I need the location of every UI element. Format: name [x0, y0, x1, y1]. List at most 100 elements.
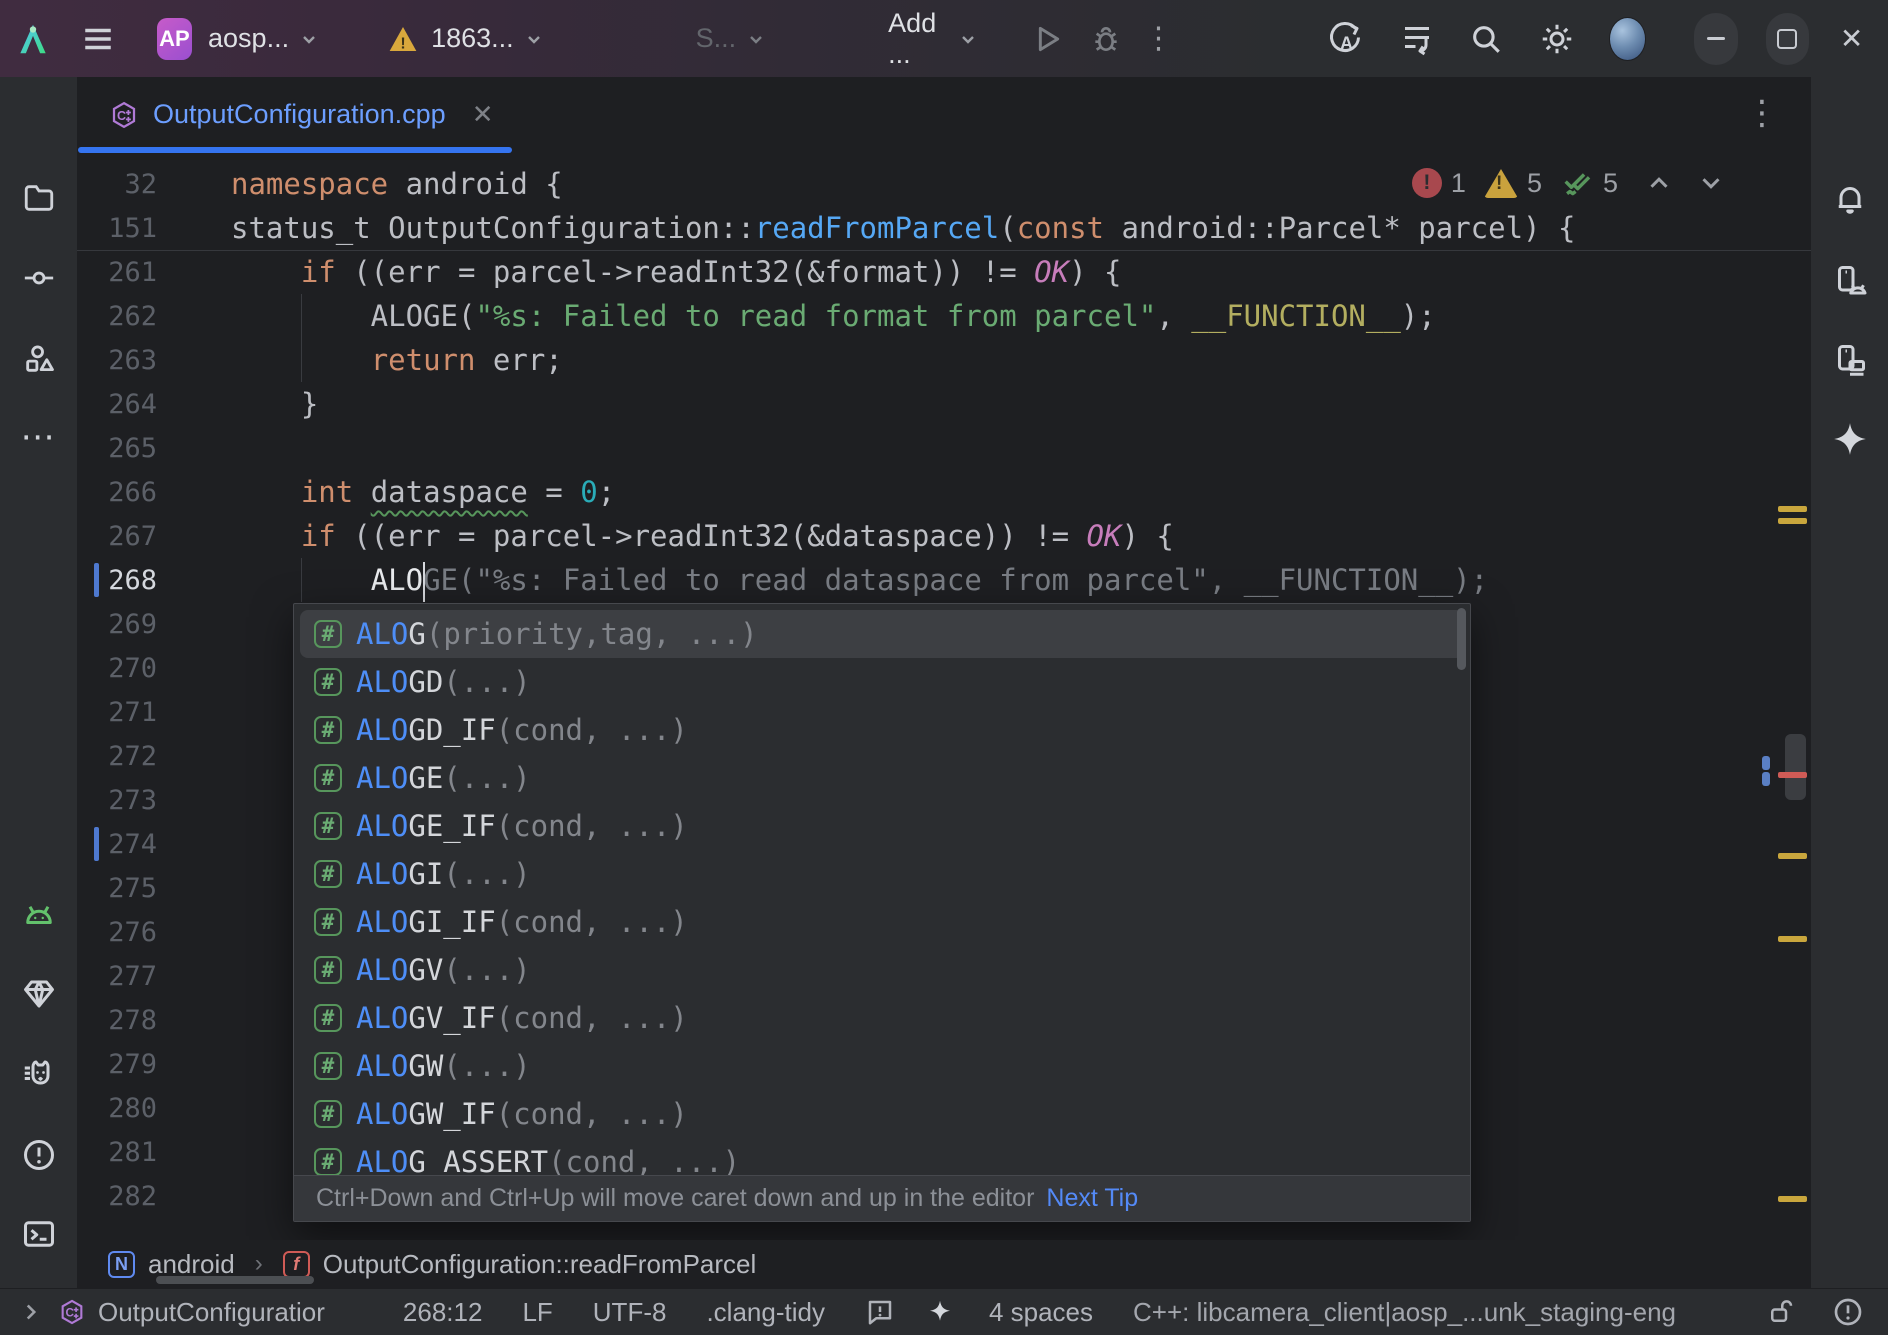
horizontal-scrollbar-thumb[interactable] [156, 1276, 314, 1284]
code-line[interactable]: 265 [77, 426, 1811, 470]
window-maximize-button[interactable] [1766, 13, 1810, 65]
error-count-icon: ! [1412, 168, 1442, 198]
error-stripe-mark[interactable] [1778, 772, 1807, 778]
left-tool-stripe: ⋯ [0, 77, 77, 1288]
profiler-tool-icon[interactable] [13, 1048, 65, 1100]
window-minimize-button[interactable] [1694, 13, 1738, 65]
error-indicator-icon[interactable] [1832, 1296, 1864, 1328]
gemini-tool-icon[interactable] [1824, 413, 1876, 465]
device-manager-tool-icon[interactable] [1824, 255, 1876, 307]
completion-item[interactable]: #ALOGV_IF(cond, ...) [300, 994, 1464, 1042]
search-icon[interactable] [1469, 22, 1503, 56]
sparkle-ai-icon[interactable] [925, 1297, 955, 1327]
status-file-name[interactable]: OutputConfiguratior [98, 1297, 325, 1328]
debug-button[interactable] [1087, 17, 1124, 61]
completion-item[interactable]: #ALOGI(...) [300, 850, 1464, 898]
status-analyzer[interactable]: .clang-tidy [706, 1297, 825, 1328]
more-tool-windows-icon[interactable]: ⋯ [13, 411, 65, 463]
completion-item[interactable]: #ALOGE(...) [300, 754, 1464, 802]
code-line[interactable]: 261 if ((err = parcel->readInt32(&format… [77, 250, 1811, 294]
code-text: namespace android { [231, 167, 563, 201]
completion-item[interactable]: #ALOGV(...) [300, 946, 1464, 994]
svg-text:!: ! [400, 35, 405, 52]
more-actions-icon[interactable]: ⋮ [1140, 17, 1177, 61]
prev-problem-icon[interactable] [1644, 168, 1674, 198]
branch-warning-count: 1863... [431, 23, 514, 54]
code-line[interactable]: 151status_t OutputConfiguration::readFro… [77, 206, 1811, 251]
logcat-tool-icon[interactable] [13, 889, 65, 941]
warning-stripe-mark[interactable] [1778, 853, 1807, 859]
warning-stripe-mark[interactable] [1778, 506, 1807, 512]
terminal-tool-icon[interactable] [13, 1208, 65, 1260]
code-line[interactable]: 262 ALOGE("%s: Failed to read format fro… [77, 294, 1811, 338]
window-close-button[interactable]: ✕ [1833, 17, 1870, 61]
code-line[interactable]: 264 } [77, 382, 1811, 426]
line-number: 280 [77, 1093, 157, 1124]
tab-outputconfiguration-cpp[interactable]: C OutputConfiguration.cpp ✕ [78, 77, 522, 152]
line-number: 264 [77, 389, 157, 420]
ai-translate-button[interactable]: A [1327, 21, 1363, 57]
warning-stripe-mark[interactable] [1778, 518, 1807, 524]
completion-item[interactable]: #ALOGD(...) [300, 658, 1464, 706]
completion-text: ALOGW(...) [356, 1049, 531, 1083]
chevron-down-icon [956, 27, 980, 51]
status-caret-position[interactable]: 268:12 [403, 1297, 483, 1328]
completion-item[interactable]: #ALOGW_IF(cond, ...) [300, 1090, 1464, 1138]
inspections-widget[interactable]: ! 1 5 5 [1412, 166, 1726, 200]
structure-tool-icon[interactable] [13, 333, 65, 385]
warning-stripe-mark[interactable] [1778, 1196, 1807, 1202]
inspection-bubble-icon[interactable] [865, 1297, 895, 1327]
project-badge[interactable]: AP [157, 18, 192, 60]
commit-tool-icon[interactable] [13, 252, 65, 304]
task-list-icon[interactable] [1399, 21, 1435, 57]
run-button[interactable] [1028, 17, 1065, 61]
code-line[interactable]: 267 if ((err = parcel->readInt32(&datasp… [77, 514, 1811, 558]
completion-item[interactable]: #ALOGE_IF(cond, ...) [300, 802, 1464, 850]
notifications-bell-icon[interactable] [1824, 173, 1876, 225]
editor-scrollbar-thumb[interactable] [1785, 734, 1806, 800]
user-avatar[interactable] [1609, 17, 1646, 61]
next-problem-icon[interactable] [1696, 168, 1726, 198]
completion-item[interactable]: #ALOGW(...) [300, 1042, 1464, 1090]
tab-options-icon[interactable]: ⋮ [1745, 91, 1779, 135]
running-devices-tool-icon[interactable] [1824, 334, 1876, 386]
code-line[interactable]: 268 ALOGE("%s: Failed to read dataspace … [77, 558, 1811, 602]
breadcrumb-function[interactable]: OutputConfiguration::readFromParcel [323, 1249, 757, 1280]
completion-item[interactable]: #ALOG(priority,tag, ...) [300, 610, 1464, 658]
completion-item[interactable]: #ALOG_ASSERT(cond, ...) [300, 1138, 1464, 1176]
settings-gear-icon[interactable] [1539, 21, 1575, 57]
tab-close-icon[interactable]: ✕ [472, 99, 494, 130]
completion-item[interactable]: #ALOGI_IF(cond, ...) [300, 898, 1464, 946]
status-encoding[interactable]: UTF-8 [593, 1297, 667, 1328]
next-tip-link[interactable]: Next Tip [1046, 1184, 1138, 1213]
warning-stripe-mark[interactable] [1778, 936, 1807, 942]
status-build-target[interactable]: C++: libcamera_client|aosp_...unk_stagin… [1133, 1297, 1676, 1328]
main-menu-hamburger-icon[interactable] [80, 17, 117, 61]
status-line-ending[interactable]: LF [522, 1297, 552, 1328]
line-number: 276 [77, 917, 157, 948]
breadcrumb-namespace[interactable]: android [148, 1249, 235, 1280]
unlock-icon[interactable] [1766, 1297, 1796, 1327]
change-stripe-mark[interactable] [1762, 772, 1770, 786]
vcs-branch-widget[interactable]: ! 1863... [387, 23, 546, 55]
completion-text: ALOG_ASSERT(cond, ...) [356, 1145, 740, 1176]
project-name[interactable]: aosp... [208, 23, 289, 54]
macro-icon: # [314, 908, 342, 936]
completion-text: ALOGI(...) [356, 857, 531, 891]
app-quality-insights-tool-icon[interactable] [13, 968, 65, 1020]
maximize-icon [1777, 29, 1797, 49]
device-selector[interactable]: S... [696, 23, 769, 54]
macro-icon: # [314, 668, 342, 696]
run-configuration-selector[interactable]: Add ... [888, 8, 980, 70]
completion-item[interactable]: #ALOGD_IF(cond, ...) [300, 706, 1464, 754]
code-line[interactable]: 263 return err; [77, 338, 1811, 382]
popup-scrollbar-thumb[interactable] [1457, 608, 1466, 670]
change-stripe-mark[interactable] [1762, 756, 1770, 770]
problems-tool-icon[interactable] [13, 1129, 65, 1181]
code-line[interactable]: 266 int dataspace = 0; [77, 470, 1811, 514]
expand-chevron-icon[interactable] [18, 1299, 44, 1325]
namespace-icon: N [108, 1251, 135, 1278]
status-indent[interactable]: 4 spaces [989, 1297, 1093, 1328]
line-number: 277 [77, 961, 157, 992]
project-tool-icon[interactable] [13, 172, 65, 224]
